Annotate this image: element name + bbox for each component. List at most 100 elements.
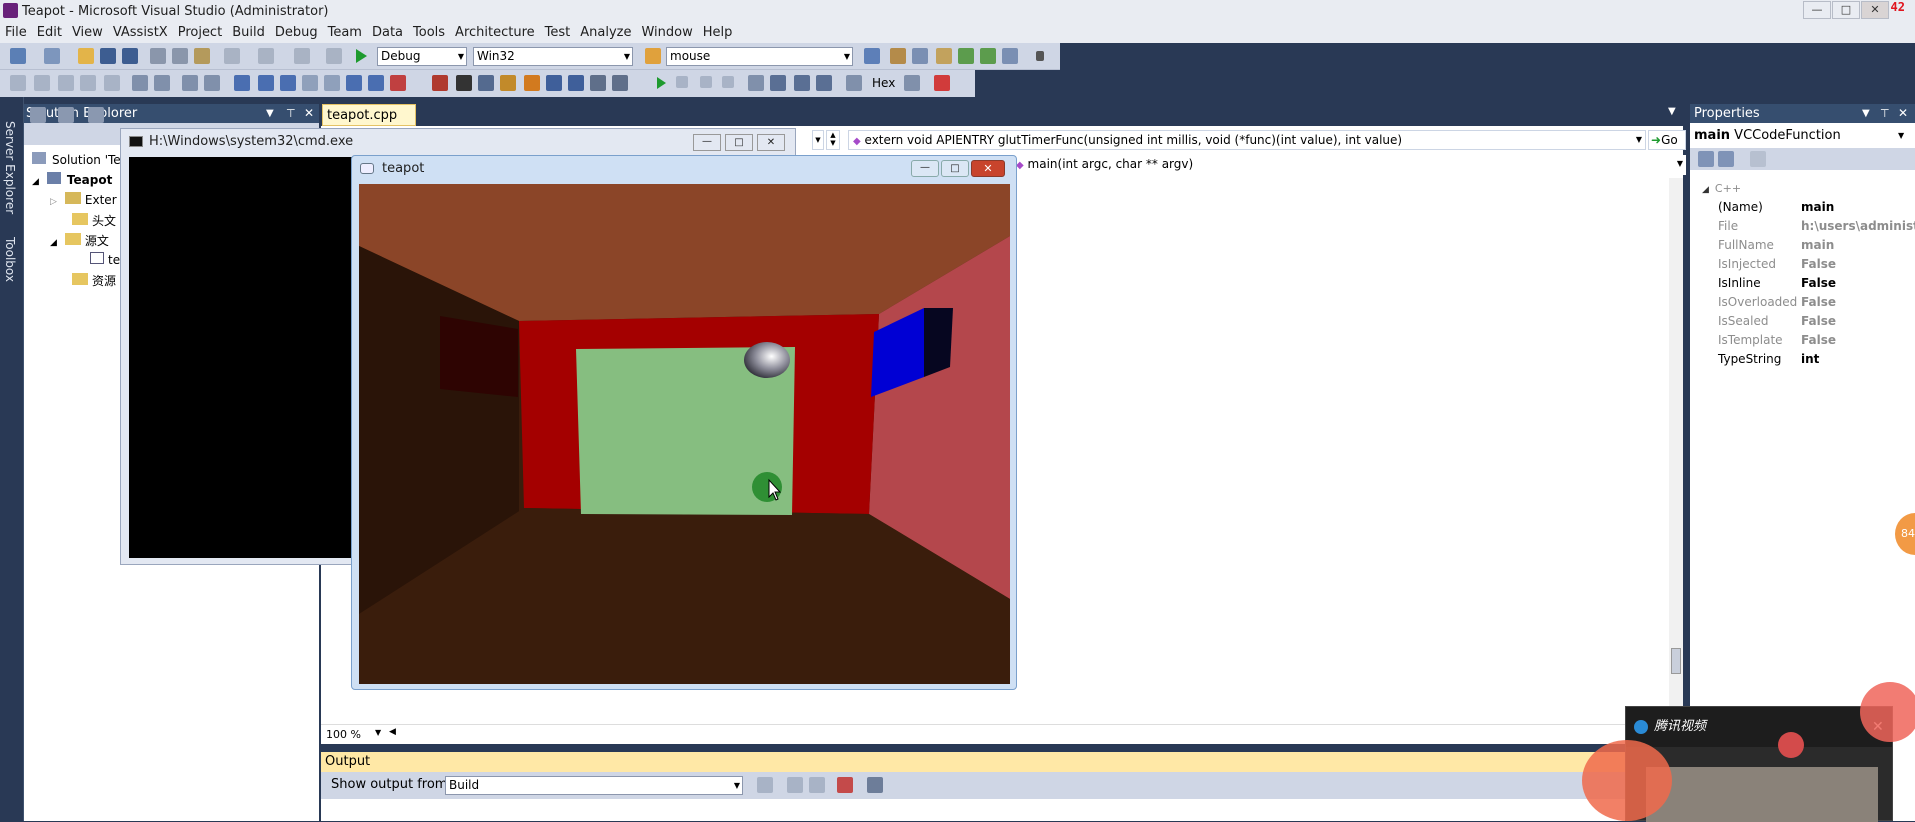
prev-bookmark-folder-icon[interactable] xyxy=(302,75,318,91)
word-completion-icon[interactable] xyxy=(58,75,74,91)
zoom-level[interactable]: 100 % xyxy=(326,728,361,741)
hex-display-toggle-icon[interactable] xyxy=(846,75,862,91)
prop-row-name[interactable]: (Name) main xyxy=(1718,198,1915,217)
debug-windows-icon[interactable] xyxy=(934,75,950,91)
menu-window[interactable]: Window xyxy=(636,25,697,40)
save-icon[interactable] xyxy=(100,48,116,64)
vertical-scrollbar[interactable] xyxy=(1669,178,1683,722)
teapot-title-bar[interactable]: teapot — □ ✕ xyxy=(352,156,1016,182)
menu-file[interactable]: File xyxy=(0,25,32,40)
menu-build[interactable]: Build xyxy=(227,25,270,40)
prev-document-bookmark-icon[interactable] xyxy=(346,75,362,91)
tree-source-files[interactable]: ◢ 源文 xyxy=(50,232,109,249)
prop-row-istemplate[interactable]: IsTemplate False xyxy=(1718,331,1915,350)
navigate-backward-icon[interactable] xyxy=(294,48,310,64)
cmd-title-bar[interactable]: H:\Windows\system32\cmd.exe — □ ✕ xyxy=(121,129,795,155)
menu-tools[interactable]: Tools xyxy=(408,25,450,40)
alphabetical-icon[interactable] xyxy=(1718,151,1734,167)
va-open-file-icon[interactable] xyxy=(456,75,472,91)
solution-explorer-icon[interactable] xyxy=(864,48,880,64)
maximize-button[interactable]: □ xyxy=(1832,1,1860,19)
scrollbar-thumb[interactable] xyxy=(1671,648,1681,674)
prop-row-fullname[interactable]: FullName main xyxy=(1718,236,1915,255)
previous-message-icon[interactable] xyxy=(787,777,803,793)
scroll-left-icon[interactable]: ◀ xyxy=(389,727,396,737)
minimize-button[interactable]: — xyxy=(911,160,939,177)
menu-vassistx[interactable]: VAssistX xyxy=(108,25,173,40)
menu-analyze[interactable]: Analyze xyxy=(575,25,636,40)
save-all-icon[interactable] xyxy=(122,48,138,64)
property-pages-icon[interactable] xyxy=(1750,151,1766,167)
list-members-icon[interactable] xyxy=(104,75,120,91)
show-next-statement-icon[interactable] xyxy=(748,75,764,91)
prop-row-isoverloaded[interactable]: IsOverloaded False xyxy=(1718,293,1915,312)
prop-row-typestring[interactable]: TypeString int xyxy=(1718,350,1915,369)
va-spellcheck-icon[interactable] xyxy=(590,75,606,91)
menu-help[interactable]: Help xyxy=(698,25,738,40)
solution-platform-select[interactable]: Win32 ▼ xyxy=(473,47,633,66)
find-in-files-icon[interactable] xyxy=(645,48,661,64)
menu-architecture[interactable]: Architecture xyxy=(450,25,540,40)
toolbar-options-icon[interactable] xyxy=(1036,51,1044,61)
copy-icon[interactable] xyxy=(172,48,188,64)
clear-all-icon[interactable] xyxy=(837,777,853,793)
show-all-files-icon[interactable] xyxy=(58,107,74,123)
clear-bookmarks-icon[interactable] xyxy=(390,75,406,91)
menu-debug[interactable]: Debug xyxy=(270,25,323,40)
menu-data[interactable]: Data xyxy=(367,25,408,40)
navigate-forward-icon[interactable] xyxy=(326,48,342,64)
menu-team[interactable]: Team xyxy=(323,25,367,40)
prop-row-issealed[interactable]: IsSealed False xyxy=(1718,312,1915,331)
continue-icon[interactable] xyxy=(657,77,666,89)
paste-icon[interactable] xyxy=(194,48,210,64)
teapot-window[interactable]: teapot — □ ✕ xyxy=(351,155,1017,690)
refresh-icon[interactable] xyxy=(88,107,104,123)
find-combo-box[interactable]: mouse ▼ xyxy=(666,47,853,66)
output-source-select[interactable]: Build ▼ xyxy=(445,776,743,795)
chevron-down-icon[interactable]: ▼ xyxy=(375,728,381,737)
redo-icon[interactable] xyxy=(258,48,274,64)
function-dropdown[interactable]: ◆ main(int argc, char ** argv) ▼ xyxy=(1012,155,1686,175)
video-thumbnail[interactable] xyxy=(1646,767,1878,822)
solution-configuration-select[interactable]: Debug ▼ xyxy=(377,47,467,66)
console-output-area[interactable] xyxy=(129,157,359,558)
tab-overflow-icon[interactable]: ▼ xyxy=(1668,106,1676,117)
va-member-dropdown[interactable]: ◆ extern void APIENTRY glutTimerFunc(uns… xyxy=(848,130,1646,150)
decrease-indent-icon[interactable] xyxy=(132,75,148,91)
menu-test[interactable]: Test xyxy=(540,25,576,40)
undo-icon[interactable] xyxy=(224,48,240,64)
stop-debugging-icon[interactable] xyxy=(700,76,712,88)
close-button[interactable]: ✕ xyxy=(971,160,1005,177)
add-item-icon[interactable] xyxy=(44,48,60,64)
break-all-icon[interactable] xyxy=(676,76,688,88)
tree-external-dependencies[interactable]: ▷ Exter xyxy=(50,192,117,207)
tree-file-teapot[interactable]: te xyxy=(90,252,120,267)
properties-window-icon[interactable] xyxy=(890,48,906,64)
close-icon[interactable]: ✕ xyxy=(1898,104,1908,123)
next-document-bookmark-icon[interactable] xyxy=(368,75,384,91)
maximize-button[interactable]: □ xyxy=(941,160,969,177)
bookmark-icon[interactable] xyxy=(234,75,250,91)
minimize-button[interactable]: — xyxy=(693,134,721,151)
va-toggle-header-icon[interactable] xyxy=(546,75,562,91)
increase-indent-icon[interactable] xyxy=(154,75,170,91)
word-wrap-icon[interactable] xyxy=(867,777,883,793)
previous-bookmark-icon[interactable] xyxy=(258,75,274,91)
pin-icon[interactable]: ⊤ xyxy=(286,104,296,123)
object-browser-icon[interactable] xyxy=(912,48,928,64)
va-highlight-icon[interactable] xyxy=(612,75,628,91)
close-button[interactable]: ✕ xyxy=(757,134,785,151)
window-position-icon[interactable]: ▼ xyxy=(1862,104,1870,123)
more-windows-icon[interactable] xyxy=(1002,48,1018,64)
restart-icon[interactable] xyxy=(722,76,734,88)
step-into-icon[interactable] xyxy=(770,75,786,91)
toolbox-icon[interactable] xyxy=(936,48,952,64)
object-selector[interactable]: main VCCodeFunction ▼ xyxy=(1690,126,1915,146)
parameter-info-icon[interactable] xyxy=(34,75,50,91)
properties-icon[interactable] xyxy=(30,107,46,123)
breakpoints-icon[interactable] xyxy=(904,75,920,91)
category-cpp[interactable]: ◢ C++ xyxy=(1702,182,1741,195)
prop-row-isinline[interactable]: IsInline False xyxy=(1718,274,1915,293)
maximize-button[interactable]: □ xyxy=(725,134,753,151)
tree-solution[interactable]: Solution 'Te xyxy=(32,152,121,167)
